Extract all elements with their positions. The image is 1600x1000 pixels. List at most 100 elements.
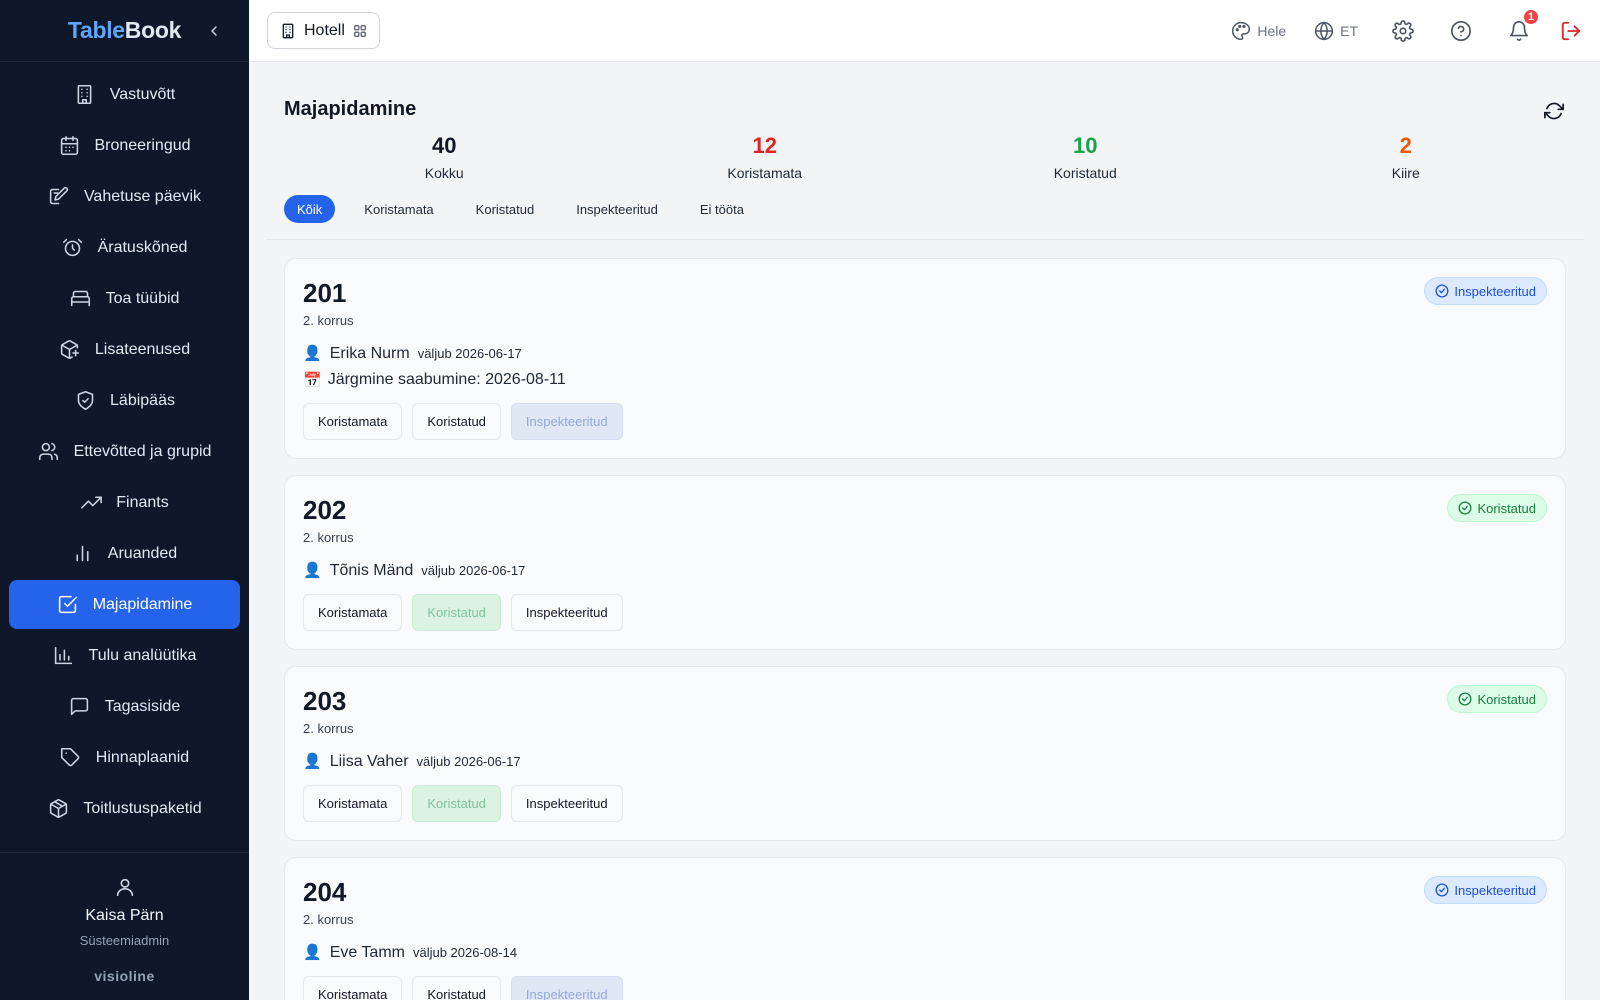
filter-tab-1[interactable]: Koristamata — [351, 195, 446, 223]
logout-icon — [1561, 21, 1581, 40]
theme-toggle[interactable]: Hele — [1231, 21, 1286, 41]
status-actions: Koristamata Koristatud Inspekteeritud — [303, 785, 1547, 822]
sidebar-item-8[interactable]: Finants — [9, 478, 240, 527]
sidebar-item-13[interactable]: Hinnaplaanid — [9, 733, 240, 782]
mark-unclean-button[interactable]: Koristamata — [303, 976, 403, 1000]
alarm-icon — [63, 238, 83, 257]
notifications-button[interactable]: 1 — [1508, 7, 1540, 42]
app-logo[interactable]: TableBook — [68, 17, 181, 44]
sidebar-nav: Vastuvõtt Broneeringud Vahetuse päevik Ärat… — [0, 62, 249, 852]
sidebar-item-label: Finants — [116, 493, 169, 511]
room-number: 204 — [303, 877, 347, 907]
stats-row: 40 Kokku 12 Koristamata 10 Koristatud 2 Kiire — [284, 133, 1566, 181]
room-floor: 2. korrus — [303, 721, 354, 736]
room-card: 202 2. korrus Koristatud 👤 Tõnis Mänd väljub … — [284, 475, 1566, 650]
sidebar-item-icon — [72, 543, 94, 565]
room-floor: 2. korrus — [303, 912, 354, 927]
departure-date: väljub 2026-08-14 — [412, 945, 518, 960]
sidebar-item-14[interactable]: Toitlustuspaketid — [9, 784, 240, 833]
filter-tab-2[interactable]: Koristatud — [463, 195, 548, 223]
bar-chart-icon — [76, 545, 89, 562]
mark-inspected-button[interactable]: Inspekteeritud — [510, 403, 623, 440]
stat-2: 10 Koristatud — [925, 133, 1246, 181]
stat-value: 40 — [432, 133, 457, 158]
sidebar-item-4[interactable]: Toa tüübid — [9, 274, 240, 323]
status-filters: Kõik Koristamata Koristatud Inspekteeritud E… — [284, 195, 1566, 223]
language-selector[interactable]: ET — [1314, 21, 1358, 41]
status-label: Inspekteeritud — [1454, 283, 1536, 299]
package-plus-icon — [61, 339, 80, 360]
sidebar-item-label: Äratuskõned — [97, 238, 188, 256]
settings-button[interactable] — [1392, 19, 1414, 42]
sidebar-item-11[interactable]: Tulu analüütika — [9, 631, 240, 680]
room-card: 204 2. korrus Inspekteeritud 👤 Eve Tamm välju… — [284, 857, 1566, 1000]
vendor-logo: visioline — [94, 968, 155, 984]
room-floor: 2. korrus — [303, 530, 354, 545]
sidebar-item-1[interactable]: Broneeringud — [9, 121, 240, 170]
grid-icon — [354, 24, 366, 37]
mark-unclean-button[interactable]: Koristamata — [303, 785, 403, 822]
guest-info: 👤 Liisa Vaher väljub 2026-06-17 — [303, 752, 1547, 771]
sidebar-item-6[interactable]: Läbipääs — [9, 376, 240, 425]
sidebar-item-icon — [47, 798, 69, 820]
mark-clean-button[interactable]: Koristatud — [412, 976, 501, 1000]
sidebar-item-0[interactable]: Vastuvõtt — [9, 70, 240, 119]
sidebar-item-3[interactable]: Äratuskõned — [9, 223, 240, 272]
sidebar-item-label: Lisateenused — [94, 340, 191, 358]
sidebar-item-label: Majapidamine — [92, 595, 193, 613]
sidebar-item-9[interactable]: Aruanded — [9, 529, 240, 578]
filter-tab-0[interactable]: Kõik — [284, 195, 336, 223]
guest-name: Eve Tamm — [329, 944, 405, 961]
status-badge: Koristatud — [1447, 494, 1547, 522]
mark-inspected-button[interactable]: Inspekteeritud — [510, 785, 623, 822]
user-name[interactable]: Kaisa Pärn — [85, 907, 163, 925]
sidebar-item-icon — [57, 594, 79, 616]
trending-up-icon — [80, 496, 102, 509]
language-label: ET — [1340, 22, 1358, 39]
sidebar-item-icon — [59, 339, 81, 361]
room-floor: 2. korrus — [303, 313, 354, 328]
help-button[interactable] — [1450, 20, 1472, 42]
sidebar-item-label: Tulu analüütika — [88, 646, 197, 664]
mark-clean-button[interactable]: Koristatud — [412, 594, 501, 631]
room-list: 201 2. korrus Inspekteeritud 👤 Erika Nurm väl… — [266, 240, 1584, 1000]
user-role: Süsteemiadmin — [79, 933, 170, 948]
main-content: Majapidamine 40 Kokku 12 Koristamata 10 Koris… — [249, 62, 1600, 1000]
sidebar-item-5[interactable]: Lisateenused — [9, 325, 240, 374]
mark-unclean-button[interactable]: Koristamata — [303, 594, 403, 631]
mark-unclean-button[interactable]: Koristamata — [303, 403, 403, 440]
guest-name: Erika Nurm — [329, 345, 410, 362]
topbar: Hotell Hele ET 1 — [249, 0, 1600, 62]
top-actions: Hele ET 1 — [1203, 7, 1582, 42]
stat-value: 10 — [1073, 133, 1098, 158]
mark-inspected-button[interactable]: Inspekteeritud — [510, 594, 623, 631]
sidebar-item-12[interactable]: Tagasiside — [9, 682, 240, 731]
box-icon — [49, 798, 68, 819]
guest-info: 👤 Tõnis Mänd väljub 2026-06-17 — [303, 561, 1547, 580]
sidebar-item-10[interactable]: Majapidamine — [9, 580, 240, 629]
status-label: Koristatud — [1477, 500, 1536, 516]
guest-emoji-icon: 👤 — [303, 562, 322, 579]
departure-date: väljub 2026-06-17 — [417, 346, 522, 361]
sidebar-item-icon — [74, 84, 96, 106]
sidebar-item-icon — [48, 186, 70, 208]
collapse-sidebar-button[interactable] — [203, 20, 225, 42]
sidebar-item-7[interactable]: Ettevõtted ja grupid — [9, 427, 240, 476]
users-icon — [39, 442, 59, 461]
sidebar-item-label: Hinnaplaanid — [95, 748, 190, 766]
mark-clean-button[interactable]: Koristatud — [412, 403, 501, 440]
mark-inspected-button[interactable]: Inspekteeritud — [510, 976, 623, 1000]
sidebar-footer: Kaisa Pärn Süsteemiadmin visioline — [0, 852, 249, 1000]
hotel-label: Hotell — [304, 21, 345, 39]
departure-date: väljub 2026-06-17 — [416, 754, 521, 769]
filter-tab-3[interactable]: Inspekteeritud — [563, 195, 671, 223]
hotel-selector-button[interactable]: Hotell — [267, 12, 380, 49]
sidebar-item-label: Toa tüübid — [105, 289, 180, 307]
refresh-button[interactable] — [1542, 99, 1566, 123]
sidebar-item-2[interactable]: Vahetuse päevik — [9, 172, 240, 221]
mark-clean-button[interactable]: Koristatud — [412, 785, 501, 822]
edit-note-icon — [50, 186, 69, 205]
logout-button[interactable] — [1560, 20, 1582, 42]
filter-tab-4[interactable]: Ei tööta — [687, 195, 757, 223]
room-number: 201 — [303, 278, 347, 308]
